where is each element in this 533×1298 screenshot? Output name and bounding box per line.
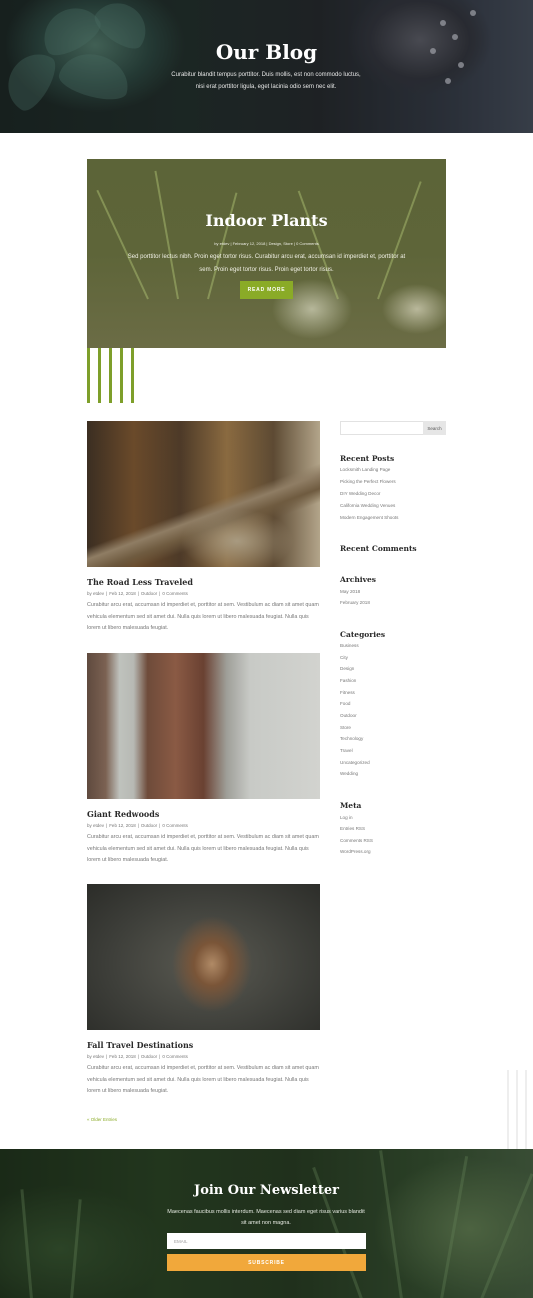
decor-stripe [516,1070,518,1150]
category-link[interactable]: Food [340,701,350,706]
subscribe-button[interactable]: SUBSCRIBE [167,1254,366,1271]
meta-title: Meta [340,801,362,810]
decor-stripe [87,348,90,403]
newsletter-title: Join Our Newsletter [194,1183,339,1198]
recent-post-link[interactable]: DIY Wedding Decor [340,491,380,496]
category-link[interactable]: Technology [340,736,363,741]
hero-section: Our Blog Curabitur blandit tempus portti… [0,0,533,133]
read-more-button[interactable]: READ MORE [240,281,293,299]
post-meta: by etdev | Feb 12, 2018 | Outdoor | 0 Comments [87,1054,188,1059]
category-link[interactable]: City [340,655,348,660]
post-meta: by etdev | Feb 12, 2018 | Outdoor | 0 Comments [87,823,188,828]
category-link[interactable]: Travel [340,748,353,753]
post-title[interactable]: Giant Redwoods [87,809,159,819]
post-excerpt: Curabitur arcu erat, accumsan id imperdi… [87,834,319,863]
post-category[interactable]: Outdoor [141,1054,157,1059]
recent-post-link[interactable]: Modern Engagement Shoots [340,515,398,520]
post-comments[interactable]: 0 Comments [162,1054,188,1059]
decor-stripe [98,348,101,403]
categories-title: Categories [340,630,386,639]
post-excerpt: Curabitur arcu erat, accumsan id imperdi… [87,602,319,631]
category-link[interactable]: Fashion [340,678,356,683]
email-field[interactable] [167,1233,366,1249]
category-link[interactable]: Outdoor [340,713,357,718]
meta-link[interactable]: Comments RSS [340,838,373,843]
post-title[interactable]: Fall Travel Destinations [87,1040,193,1050]
meta-link[interactable]: WordPress.org [340,849,371,854]
featured-title[interactable]: Indoor Plants [87,211,446,230]
plant-leaf [154,170,179,300]
older-entries-link[interactable]: « Older Entries [87,1117,117,1122]
recent-post-link[interactable]: California Wedding Venues [340,503,395,508]
featured-meta: by etdev | February 12, 2018 | Design, S… [214,241,319,246]
post-comments[interactable]: 0 Comments [162,591,188,596]
recent-posts-title: Recent Posts [340,454,395,463]
post-excerpt: Curabitur arcu erat, accumsan id imperdi… [87,1065,319,1094]
hero-subtitle: Curabitur blandit tempus porttitor. Duis… [171,72,361,90]
archive-link[interactable]: May 2018 [340,589,360,594]
post-author[interactable]: by etdev [87,1054,104,1059]
recent-post-link[interactable]: Picking the Perfect Flowers [340,479,396,484]
post-category[interactable]: Outdoor [141,591,157,596]
hero-overlay [0,0,533,133]
decor-stripe [525,1070,527,1150]
featured-excerpt: Sed porttitor lectus nibh. Proin eget to… [127,254,406,273]
post-category[interactable]: Outdoor [141,823,157,828]
page-title: Our Blog [215,40,318,64]
category-link[interactable]: Store [340,725,351,730]
archives-title: Archives [340,575,376,584]
search-button[interactable]: Search [423,421,446,435]
post-title[interactable]: The Road Less Traveled [87,577,193,587]
category-link[interactable]: Fitness [340,690,355,695]
featured-post[interactable]: Indoor Plants by etdev | February 12, 20… [87,159,446,348]
post-date: Feb 12, 2018 [109,591,136,596]
newsletter-subtitle: Maecenas faucibus mollis interdum. Maece… [167,1209,365,1226]
decor-stripe [109,348,112,403]
decor-stripe [131,348,134,403]
recent-post-link[interactable]: Locksmith Landing Page [340,467,390,472]
newsletter-section: Join Our Newsletter Maecenas faucibus mo… [0,1149,533,1298]
decor-stripe [507,1070,509,1150]
post-thumbnail[interactable] [87,884,320,1030]
post-comments[interactable]: 0 Comments [162,823,188,828]
decor-stripe [120,348,123,403]
category-link[interactable]: Business [340,643,359,648]
post-date: Feb 12, 2018 [109,823,136,828]
post-author[interactable]: by etdev [87,823,104,828]
post-thumbnail[interactable] [87,653,320,799]
post-meta: by etdev | Feb 12, 2018 | Outdoor | 0 Comments [87,591,188,596]
recent-comments-title: Recent Comments [340,544,417,553]
category-link[interactable]: Wedding [340,771,358,776]
meta-link[interactable]: Entries RSS [340,826,365,831]
meta-link[interactable]: Log in [340,815,353,820]
category-link[interactable]: Uncategorized [340,760,370,765]
category-link[interactable]: Design [340,666,354,671]
search-input[interactable] [340,421,424,435]
post-author[interactable]: by etdev [87,591,104,596]
post-thumbnail[interactable] [87,421,320,567]
post-date: Feb 12, 2018 [109,1054,136,1059]
archive-link[interactable]: February 2018 [340,600,370,605]
